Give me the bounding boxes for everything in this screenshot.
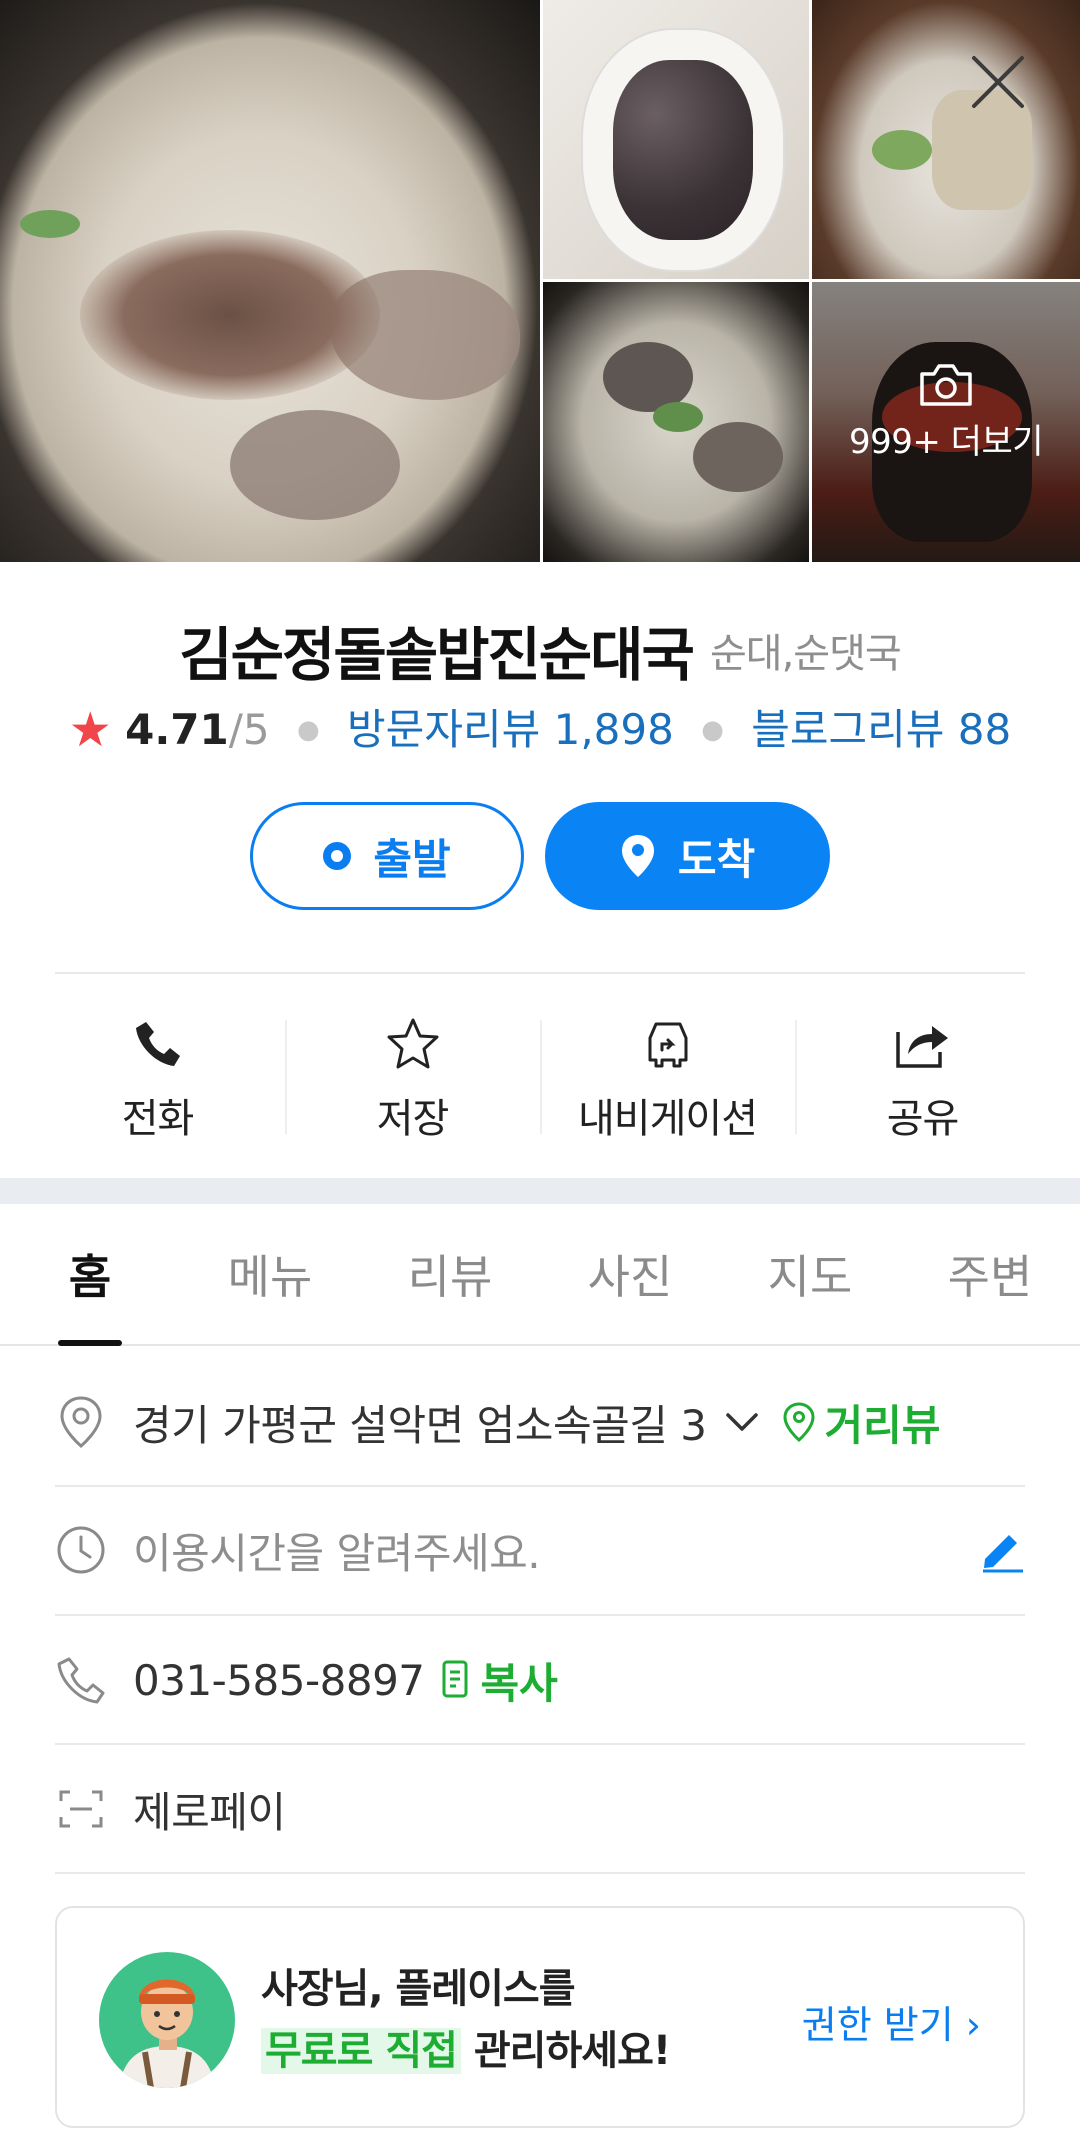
more-photos-label: 999+ 더보기 bbox=[848, 422, 1044, 462]
call-label: 전화 bbox=[121, 1096, 195, 1142]
soup-bowl-photo[interactable] bbox=[543, 282, 809, 562]
divider bbox=[55, 1485, 1025, 1487]
tab-bar: 홈 메뉴 리뷰 사진 지도 주변 bbox=[0, 1204, 1080, 1346]
car-navigation-icon bbox=[648, 1022, 687, 1068]
divider bbox=[55, 1872, 1025, 1874]
address-row: 경기 가평군 설악면 엄소속골길 3 거리뷰 bbox=[55, 1390, 1025, 1454]
navigation-label: 내비게이션 bbox=[578, 1096, 758, 1142]
tab-nearby[interactable]: 주변 bbox=[900, 1204, 1080, 1344]
more-photos-button[interactable]: 999+ 더보기 bbox=[812, 362, 1080, 463]
chevron-down-icon[interactable] bbox=[722, 1407, 762, 1437]
owner-promo-card[interactable]: 사장님, 플레이스를 무료로 직접 관리하세요! 권한 받기 › bbox=[55, 1906, 1025, 2128]
save-button[interactable]: 저장 bbox=[285, 996, 540, 1146]
camera-icon bbox=[920, 364, 972, 406]
close-icon[interactable] bbox=[968, 52, 1028, 112]
divider bbox=[55, 1743, 1025, 1745]
star-icon: ★ bbox=[68, 702, 112, 758]
bone-soup-photo[interactable] bbox=[812, 0, 1080, 279]
promo-line2: 무료로 직접 관리하세요! bbox=[261, 2018, 671, 2076]
address-text: 경기 가평군 설악면 엄소속골길 3 bbox=[133, 1400, 707, 1450]
blog-reviews-link[interactable]: 블로그리뷰 88 bbox=[751, 705, 1011, 754]
place-category: 순대,순댓국 bbox=[709, 631, 902, 677]
photo-grid: 999+ 더보기 bbox=[0, 0, 1080, 562]
tab-reviews[interactable]: 리뷰 bbox=[360, 1204, 540, 1344]
call-button[interactable]: 전화 bbox=[30, 996, 285, 1146]
share-label: 공유 bbox=[886, 1096, 960, 1142]
phone-row: 031-585-8897 복사 bbox=[55, 1648, 1025, 1712]
scan-payment-icon bbox=[59, 1790, 103, 1828]
copy-label: 복사 bbox=[480, 1658, 558, 1708]
hours-row[interactable]: 이용시간을 알려주세요. bbox=[55, 1518, 1025, 1582]
promo-line1: 사장님, 플레이스를 bbox=[261, 1966, 576, 2012]
divider bbox=[55, 972, 1025, 974]
edit-pencil-icon[interactable] bbox=[979, 1527, 1025, 1573]
chevron-right-icon: › bbox=[965, 2003, 981, 2047]
share-icon bbox=[895, 1026, 948, 1068]
street-view-label: 거리뷰 bbox=[824, 1400, 941, 1450]
clock-icon bbox=[57, 1526, 105, 1574]
arrive-route-label: 도착 bbox=[677, 834, 756, 884]
promo-highlight: 무료로 직접 bbox=[261, 2028, 461, 2074]
get-permission-link[interactable]: 권한 받기 › bbox=[802, 1994, 981, 2049]
origin-dot-icon bbox=[323, 842, 352, 870]
rating-max: /5 bbox=[228, 705, 270, 754]
rating-score: 4.71 bbox=[125, 705, 229, 754]
payment-method: 제로페이 bbox=[133, 1787, 286, 1837]
share-button[interactable]: 공유 bbox=[795, 996, 1050, 1146]
place-name: 김순정돌솥밥진순대국 bbox=[179, 621, 695, 689]
phone-number[interactable]: 031-585-8897 bbox=[133, 1656, 425, 1705]
phone-icon bbox=[135, 1022, 180, 1066]
start-route-label: 출발 bbox=[373, 834, 451, 884]
navigation-button[interactable]: 내비게이션 bbox=[540, 996, 795, 1146]
divider bbox=[55, 1614, 1025, 1616]
visitor-reviews-link[interactable]: 방문자리뷰 1,898 bbox=[347, 705, 674, 754]
save-label: 저장 bbox=[376, 1096, 450, 1142]
copy-phone-button[interactable]: 복사 bbox=[441, 1650, 558, 1711]
get-permission-label: 권한 받기 bbox=[801, 2003, 954, 2047]
location-outline-icon bbox=[60, 1396, 102, 1448]
tab-menu[interactable]: 메뉴 bbox=[180, 1204, 360, 1344]
tab-home[interactable]: 홈 bbox=[0, 1204, 180, 1344]
main-soup-photo[interactable] bbox=[0, 0, 540, 562]
street-view-link[interactable]: 거리뷰 bbox=[782, 1392, 940, 1453]
arrive-route-button[interactable]: 도착 bbox=[545, 802, 830, 910]
star-outline-icon bbox=[387, 1018, 438, 1069]
tab-photos[interactable]: 사진 bbox=[540, 1204, 720, 1344]
start-route-button[interactable]: 출발 bbox=[250, 802, 524, 910]
action-row: 전화 저장 내비게이션 공유 bbox=[30, 996, 1050, 1146]
location-pin-icon bbox=[621, 835, 654, 877]
separator-dot: ● bbox=[297, 715, 320, 745]
phone-outline-icon bbox=[57, 1657, 105, 1704]
rating-row: ★ 4.71/5 ● 방문자리뷰 1,898 ● 블로그리뷰 88 bbox=[0, 696, 1080, 758]
separator-dot: ● bbox=[701, 715, 724, 745]
section-band bbox=[0, 1178, 1080, 1204]
copy-icon bbox=[442, 1660, 468, 1698]
hours-placeholder: 이용시간을 알려주세요. bbox=[133, 1528, 541, 1578]
tab-map[interactable]: 지도 bbox=[720, 1204, 900, 1344]
place-title-row: 김순정돌솥밥진순대국 순대,순댓국 bbox=[0, 608, 1080, 692]
owner-avatar bbox=[99, 1952, 235, 2088]
promo-line2-rest: 관리하세요! bbox=[460, 2028, 671, 2074]
sundae-plate-photo[interactable] bbox=[543, 0, 809, 279]
payment-row: 제로페이 bbox=[55, 1777, 1025, 1841]
street-view-pin-icon bbox=[783, 1402, 815, 1442]
